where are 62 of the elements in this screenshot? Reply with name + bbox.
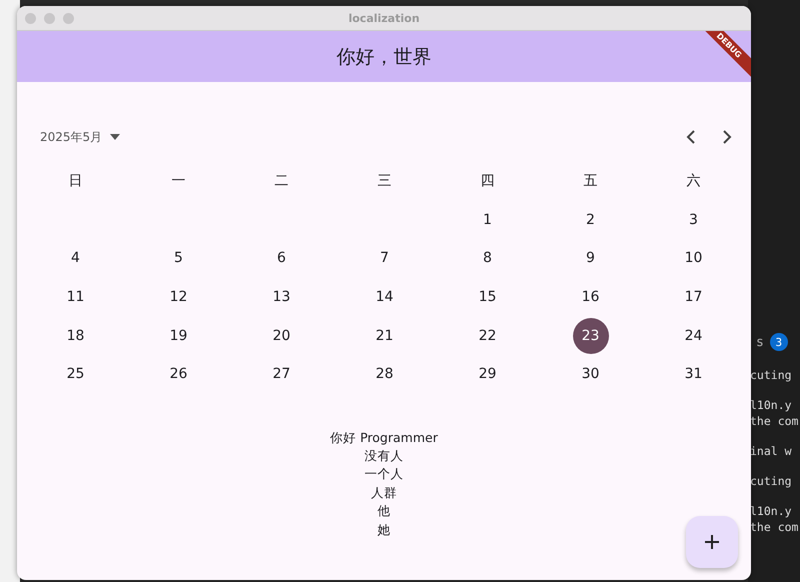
message-text: 人群 [371, 484, 397, 502]
weekday-label: 二 [274, 172, 288, 190]
count-badge: 3 [770, 333, 788, 351]
calendar-day[interactable]: 26 [160, 356, 196, 392]
calendar-day[interactable]: 9 [572, 240, 608, 276]
calendar-day[interactable]: 4 [58, 240, 94, 276]
calendar-day[interactable]: 1 [470, 202, 506, 238]
close-button[interactable] [25, 12, 36, 24]
calendar-day[interactable]: 31 [676, 356, 712, 392]
terminal-line: inal w [750, 444, 792, 458]
plus-icon [704, 534, 720, 550]
calendar-day[interactable]: 28 [366, 356, 402, 392]
terminal-line: cuting [750, 368, 792, 382]
calendar-day[interactable]: 27 [264, 356, 300, 392]
terminal-line: l10n.y [750, 398, 792, 412]
calendar-day[interactable]: 29 [470, 356, 506, 392]
calendar-day[interactable]: 15 [470, 279, 506, 316]
calendar-day[interactable]: 3 [676, 202, 712, 238]
window-title: localization [347, 12, 421, 24]
message-text: 她 [378, 520, 390, 539]
calendar-day[interactable]: 18 [58, 318, 94, 354]
calendar-day[interactable]: 14 [366, 279, 402, 316]
calendar-day[interactable]: 6 [264, 240, 300, 276]
calendar-day[interactable]: 19 [160, 318, 196, 354]
dropdown-caret-icon [110, 134, 120, 140]
calendar-day[interactable]: 22 [470, 318, 506, 354]
message-text: 没有人 [364, 446, 404, 465]
weekday-label: 五 [584, 172, 598, 190]
calendar-day[interactable]: 11 [58, 279, 94, 316]
calendar-day[interactable]: 7 [366, 240, 402, 276]
minimize-button[interactable] [44, 12, 55, 24]
app-bar-title: 你好，世界 [336, 44, 432, 70]
calendar-day[interactable]: 30 [572, 356, 608, 392]
message-text: 一个人 [364, 465, 404, 484]
calendar-day[interactable]: 16 [572, 279, 608, 316]
calendar-day[interactable]: 12 [160, 279, 196, 316]
terminal-line: l10n.y [750, 504, 792, 518]
weekday-label: 四 [480, 172, 494, 190]
terminal-line: cuting [750, 474, 792, 488]
calendar-day[interactable]: 2 [572, 202, 608, 238]
calendar-day[interactable]: 17 [676, 279, 712, 316]
calendar-day[interactable]: 20 [264, 318, 300, 354]
calendar-day[interactable]: 5 [160, 240, 196, 276]
calendar-day[interactable]: 21 [366, 318, 402, 354]
calendar-day[interactable]: 8 [470, 240, 506, 276]
calendar-day[interactable]: 25 [58, 356, 94, 392]
weekday-label: 一 [172, 172, 186, 190]
weekday-label: 三 [378, 172, 392, 190]
calendar-day[interactable]: 13 [264, 279, 300, 316]
calendar-day[interactable]: 24 [676, 318, 712, 354]
calendar-day[interactable]: 10 [676, 240, 712, 276]
add-button[interactable] [686, 516, 738, 568]
month-selector[interactable]: 2025年5月 [38, 126, 122, 148]
terminal-line: the com [750, 414, 798, 428]
weekday-label: 日 [68, 172, 82, 190]
weekday-label: 六 [686, 172, 700, 190]
zoom-button[interactable] [63, 12, 74, 24]
terminal-tab-label[interactable]: s [756, 334, 764, 350]
terminal-line: the com [750, 520, 798, 534]
message-text: 你好 Programmer [330, 428, 438, 447]
calendar-day[interactable]: 23 [572, 318, 608, 354]
message-text: 他 [378, 502, 390, 520]
